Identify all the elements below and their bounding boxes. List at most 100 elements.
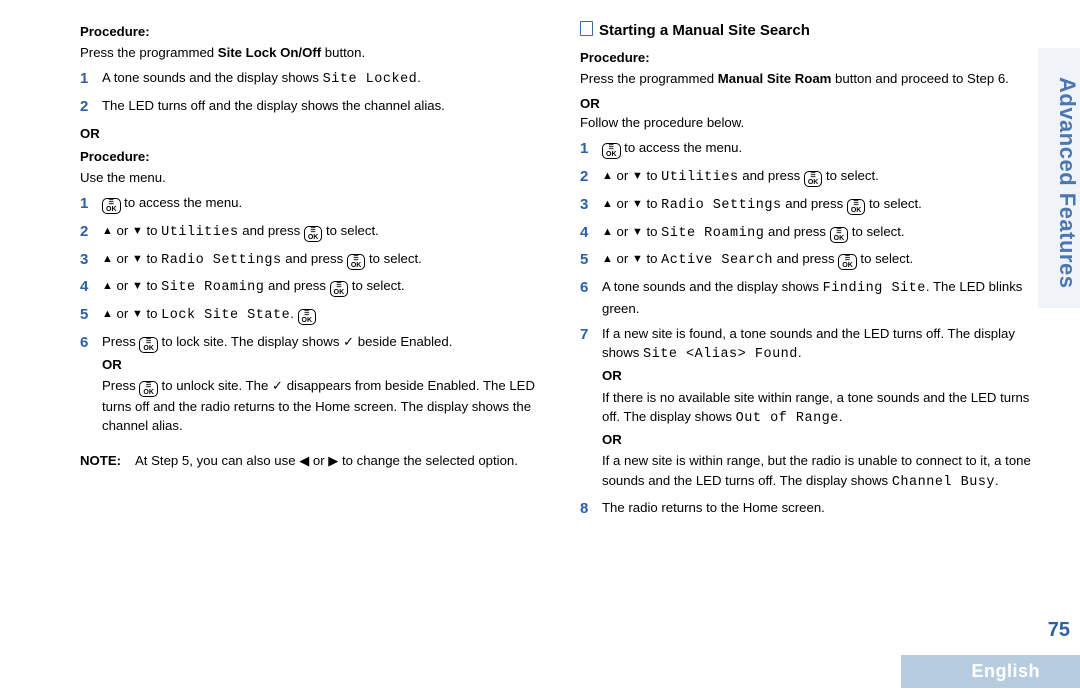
ok-button-icon: ☰OK [602,143,621,159]
text: Press the programmed [580,71,718,86]
step-number: 3 [580,194,602,216]
down-arrow-icon: ▼ [132,308,143,320]
text: to unlock site. The [158,378,272,393]
step: 1 A tone sounds and the display shows Si… [80,68,540,90]
up-arrow-icon: ▲ [102,280,113,292]
language-tab: English [901,655,1080,688]
ok-button-icon: ☰OK [298,309,317,325]
text: to [143,306,161,321]
or-separator: OR [602,366,1040,385]
text: or [113,306,132,321]
text: or [613,196,632,211]
text: to [643,251,661,266]
ok-button-icon: ☰OK [139,337,158,353]
text: . [995,473,999,488]
button-name: Manual Site Roam [718,71,832,86]
text: to select. [348,278,404,293]
text: or [113,278,132,293]
step: 2 The LED turns off and the display show… [80,96,540,118]
step-number: 6 [580,277,602,318]
text: and press [239,223,304,238]
up-arrow-icon: ▲ [602,226,613,238]
step-body: ☰OK to access the menu. [102,193,540,215]
down-arrow-icon: ▼ [132,225,143,237]
text: Press [102,378,139,393]
text: button and proceed to Step 6. [831,71,1008,86]
up-arrow-icon: ▲ [102,225,113,237]
text: A tone sounds and the display shows [102,70,323,85]
step: 4 ▲ or ▼ to Site Roaming and press ☰OK t… [80,276,540,298]
text: to [143,223,161,238]
or-separator: OR [102,355,540,374]
procedure-intro: Press the programmed Manual Site Roam bu… [580,69,1040,88]
step-number: 5 [580,249,602,271]
text: . [417,70,421,85]
text: and press [764,224,829,239]
step-body: ☰OK to access the menu. [602,138,1040,160]
text: button. [321,45,365,60]
ok-button-icon: ☰OK [838,254,857,270]
step-number: 4 [80,276,102,298]
step-number: 4 [580,222,602,244]
ok-button-icon: ☰OK [304,226,323,242]
text: to select. [822,168,878,183]
ok-button-icon: ☰OK [102,198,121,214]
step-number: 1 [80,193,102,215]
or-separator: OR [580,94,1040,113]
up-arrow-icon: ▲ [602,198,613,210]
left-arrow-icon: ◀ [299,453,309,468]
right-column: Starting a Manual Site Search Procedure:… [580,20,1040,698]
text: A tone sounds and the display shows [602,279,823,294]
step: 4 ▲ or ▼ to Site Roaming and press ☰OK t… [580,222,1040,244]
menu-item: Site Roaming [661,226,764,241]
text: . [290,306,297,321]
note-label: NOTE: [80,451,135,471]
text: to select. [365,251,421,266]
step: 3 ▲ or ▼ to Radio Settings and press ☰OK… [80,249,540,271]
step-body: ▲ or ▼ to Site Roaming and press ☰OK to … [102,276,540,298]
note-body: At Step 5, you can also use ◀ or ▶ to ch… [135,451,518,471]
up-arrow-icon: ▲ [602,253,613,265]
text: to [643,168,661,183]
display-text: Site Locked [323,72,418,87]
text: to access the menu. [621,140,743,155]
note-block: NOTE: At Step 5, you can also use ◀ or ▶… [80,451,540,471]
section-box-icon [580,21,593,36]
menu-item: Radio Settings [161,253,281,268]
procedure-heading: Procedure: [80,147,540,166]
step: 6 A tone sounds and the display shows Fi… [580,277,1040,318]
menu-item: Site Roaming [161,280,264,295]
step-number: 2 [80,96,102,118]
text: to [643,224,661,239]
text: and press [773,251,838,266]
step: 3 ▲ or ▼ to Radio Settings and press ☰OK… [580,194,1040,216]
step-body: ▲ or ▼ to Lock Site State. ☰OK [102,304,540,326]
display-text: Channel Busy [892,475,995,490]
ok-button-icon: ☰OK [139,381,158,397]
step: 7 If a new site is found, a tone sounds … [580,324,1040,492]
text: to select. [857,251,913,266]
text: to select. [848,224,904,239]
check-icon: ✓ [272,378,283,393]
step-number: 1 [80,68,102,90]
step-number: 6 [80,332,102,435]
step: 1 ☰OK to access the menu. [80,193,540,215]
down-arrow-icon: ▼ [132,280,143,292]
left-column: Procedure: Press the programmed Site Loc… [80,20,540,698]
step-number: 2 [580,166,602,188]
button-name: Site Lock On/Off [218,45,321,60]
down-arrow-icon: ▼ [132,253,143,265]
section-heading: Starting a Manual Site Search [580,20,1040,42]
text: to change the selected option. [338,453,518,468]
text: or [113,251,132,266]
text: Press the programmed [80,45,218,60]
down-arrow-icon: ▼ [632,226,643,238]
text: or [309,453,328,468]
menu-item: Utilities [661,170,738,185]
down-arrow-icon: ▼ [632,170,643,182]
procedure-heading: Procedure: [80,22,540,41]
step-body: The LED turns off and the display shows … [102,96,540,118]
step-body: ▲ or ▼ to Utilities and press ☰OK to sel… [102,221,540,243]
or-separator: OR [80,124,540,143]
text: At Step 5, you can also use [135,453,299,468]
